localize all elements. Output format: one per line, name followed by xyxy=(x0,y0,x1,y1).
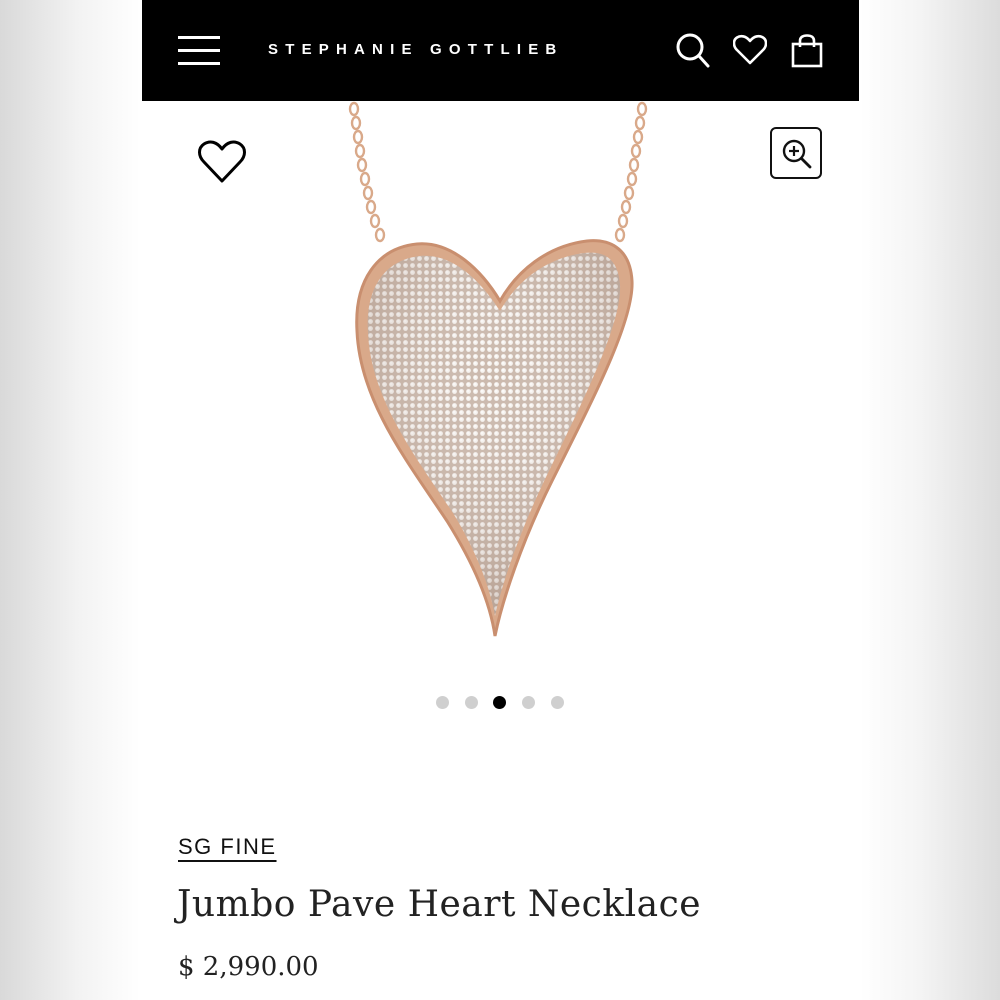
search-icon[interactable] xyxy=(675,30,711,70)
zoom-in-icon[interactable] xyxy=(770,127,822,179)
product-page: STEPHANIE GOTTLIEB SG FINE Jumbo Pave He… xyxy=(142,0,859,1000)
product-title: Jumbo Pave Heart Necklace xyxy=(177,884,702,925)
site-header: STEPHANIE GOTTLIEB xyxy=(142,0,859,101)
carousel-dot[interactable] xyxy=(436,696,449,709)
wishlist-heart-icon[interactable] xyxy=(198,140,246,188)
carousel-dot[interactable] xyxy=(522,696,535,709)
heart-icon[interactable] xyxy=(733,34,767,66)
necklace-chain xyxy=(348,101,648,243)
carousel-dot-active[interactable] xyxy=(493,696,506,709)
brand-logo[interactable]: STEPHANIE GOTTLIEB xyxy=(268,41,628,58)
carousel-dot[interactable] xyxy=(465,696,478,709)
menu-icon[interactable] xyxy=(178,36,220,66)
product-image[interactable] xyxy=(332,101,672,646)
product-price: $ 2,990.00 xyxy=(178,952,319,982)
shopping-bag-icon[interactable] xyxy=(791,34,823,68)
carousel-dot[interactable] xyxy=(551,696,564,709)
product-brand-link[interactable]: SG FINE xyxy=(178,834,277,860)
